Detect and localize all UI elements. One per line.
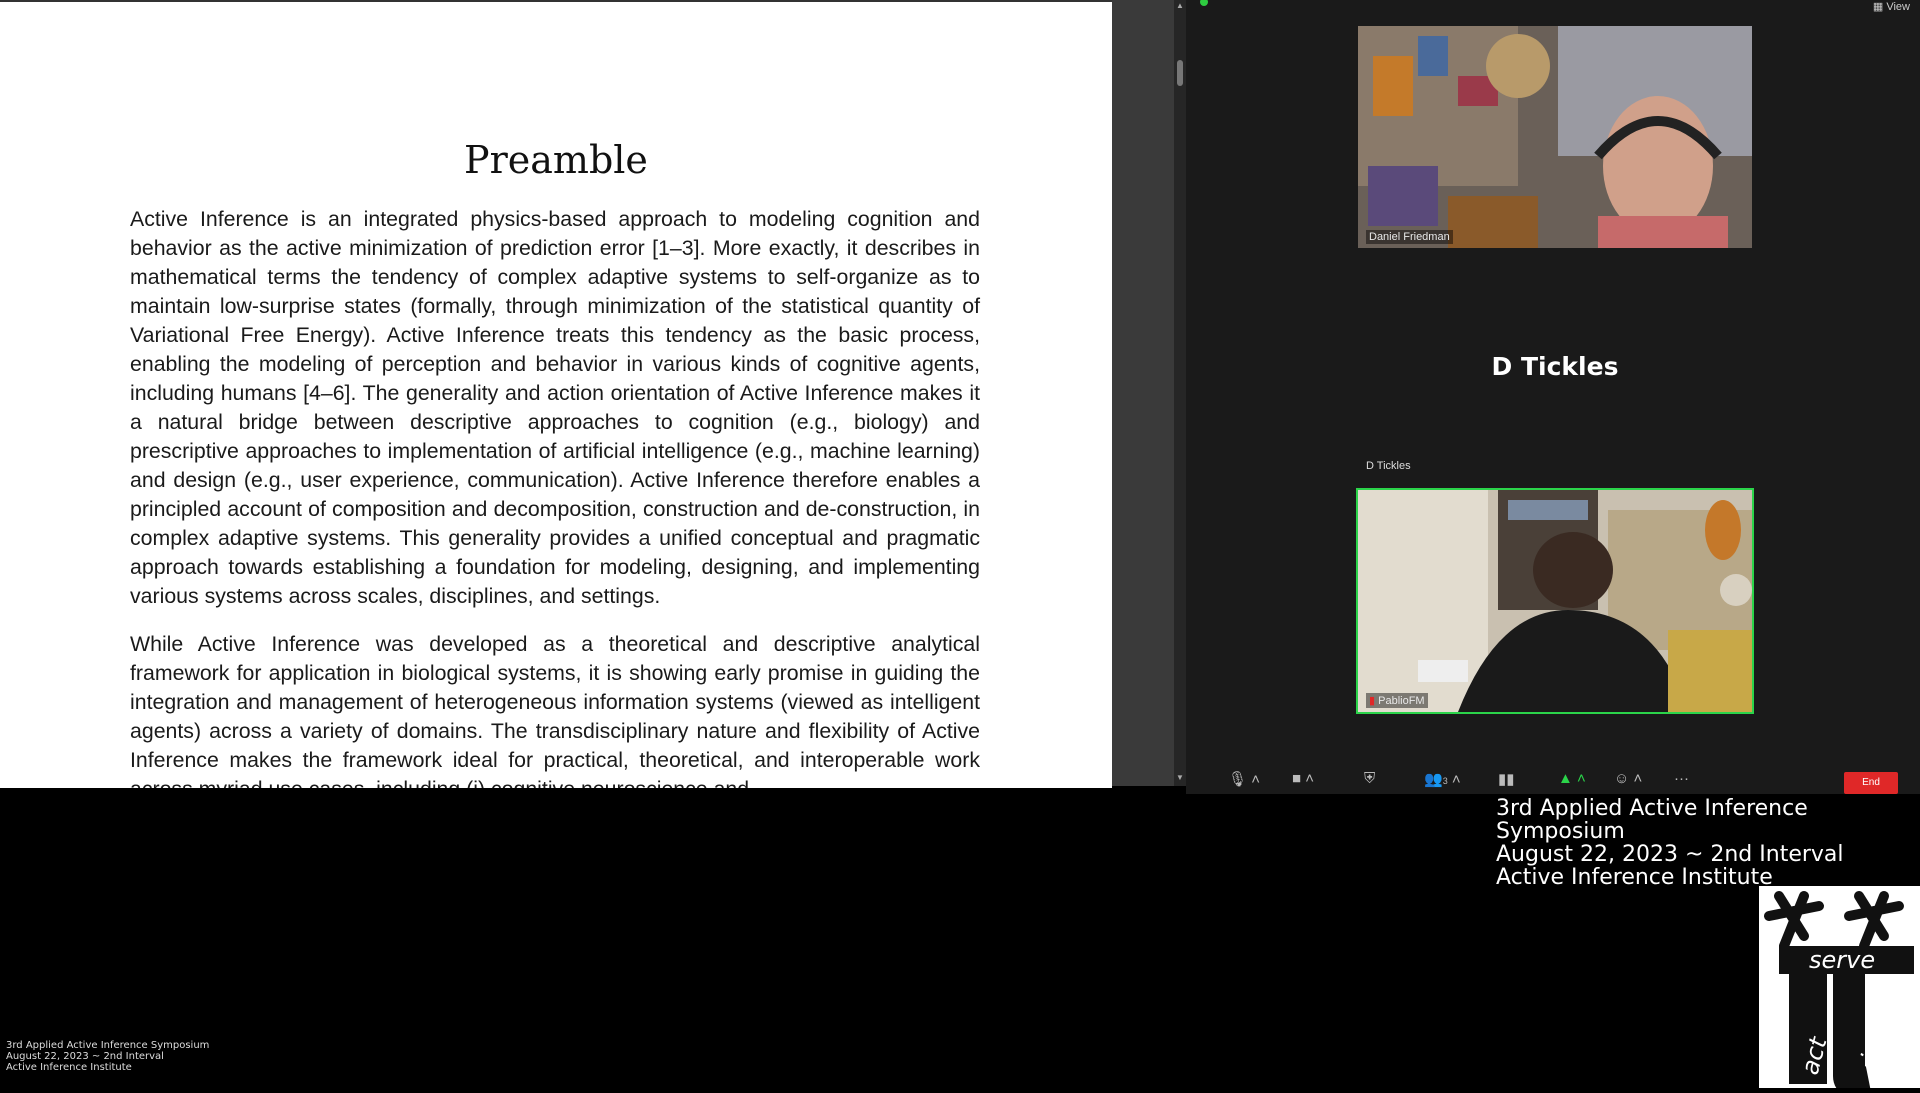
end-meeting-button[interactable]: End [1844,772,1898,794]
stream-caption: 3rd Applied Active Inference Symposium A… [6,1040,209,1073]
document-title: Preamble [464,138,648,182]
participants-icon[interactable]: 👥3 ˄ [1424,770,1461,788]
logo-graphic: serve act infer [1764,891,1914,1093]
scroll-up-icon[interactable]: ▲ [1174,0,1186,12]
scroll-thumb[interactable] [1177,60,1183,86]
share-screen-icon[interactable]: ▲ ˄ [1558,770,1586,787]
viewer-gutter [1112,0,1174,786]
participant-video-image [1358,490,1752,712]
document-viewer[interactable]: Preamble Active Inference is an integrat… [0,0,1112,788]
microphone-icon[interactable]: 🎙 ˄ [1228,770,1260,788]
caption-line: August 22, 2023 ~ 2nd Interval [6,1051,164,1062]
participant-video-image [1358,26,1752,248]
participant-name-label: Daniel Friedman [1366,230,1453,244]
video-camera-icon[interactable]: ■ ˄ [1292,770,1314,787]
stream-overlay-title: 3rd Applied Active Inference Symposium A… [1496,797,1920,889]
active-speaker-video-tile[interactable]: ▮ PablioFM [1356,488,1754,714]
active-inference-logo: serve act infer [1759,886,1920,1093]
participant-name-label: D Tickles [1366,460,1411,472]
document-paragraph: While Active Inference was developed as … [130,632,980,788]
view-button[interactable]: ▦ View [1873,0,1910,13]
participant-video-tile[interactable]: Daniel Friedman [1358,26,1752,248]
caption-line: 3rd Applied Active Inference Symposium [6,1040,210,1051]
overlay-line: 3rd Applied Active Inference Symposium [1496,796,1808,844]
document-paragraph: Active Inference is an integrated physic… [130,207,980,608]
security-status-icon [1200,0,1208,6]
overlay-line: August 22, 2023 ~ 2nd Interval [1496,842,1844,867]
polls-chart-icon[interactable]: ▮▮ [1498,770,1515,788]
logo-word-serve: serve [1809,946,1875,974]
caption-line: Active Inference Institute [6,1062,132,1073]
participant-display-name: D Tickles [1491,352,1619,381]
more-options-icon[interactable]: ··· [1674,770,1689,787]
meeting-toolbar: 🎙 ˄ ■ ˄ ⛨ 👥3 ˄ ▮▮ ▲ ˄ ☺ ˄ ··· End [1186,762,1920,794]
participant-name-label: ▮ PablioFM [1366,693,1428,708]
muted-mic-icon: ▮ [1369,695,1376,707]
scroll-down-icon[interactable]: ▼ [1174,772,1186,784]
security-shield-icon[interactable]: ⛨ [1364,770,1375,787]
video-call-panel: ▦ View Daniel Friedman D Tickles D Tickl… [1186,0,1920,794]
reactions-icon[interactable]: ☺ ˄ [1614,770,1642,787]
participant-tile-no-video[interactable]: D Tickles D Tickles [1358,256,1752,476]
document-scrollbar[interactable]: ▲ ▼ [1174,0,1186,786]
